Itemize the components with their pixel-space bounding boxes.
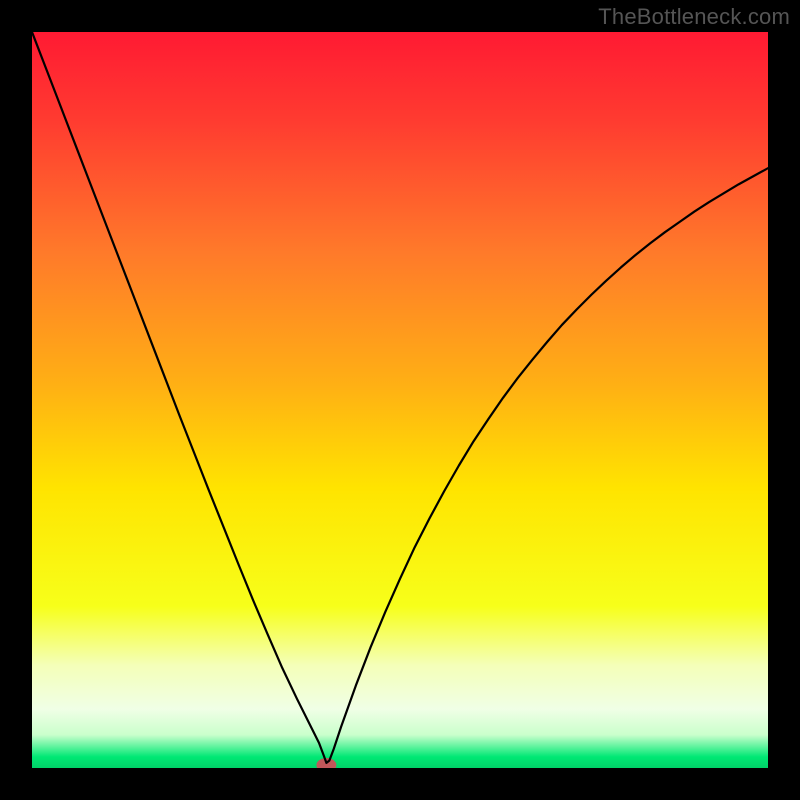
watermark-text: TheBottleneck.com	[598, 4, 790, 30]
chart-frame: TheBottleneck.com	[0, 0, 800, 800]
chart-svg	[32, 32, 768, 768]
plot-area	[32, 32, 768, 768]
gradient-background	[32, 32, 768, 768]
